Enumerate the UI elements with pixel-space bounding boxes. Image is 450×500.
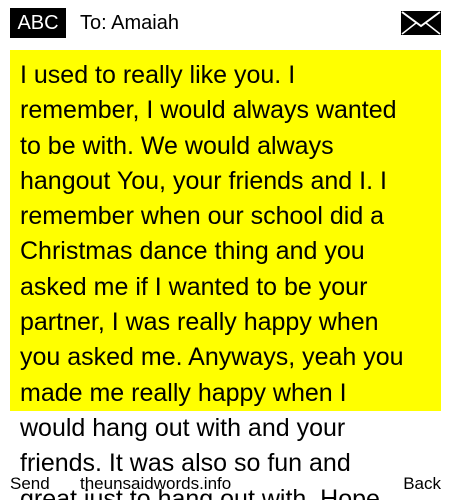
message-area[interactable]: I used to really like you. I remember, I… bbox=[0, 46, 450, 500]
back-softkey[interactable]: Back bbox=[403, 472, 441, 500]
site-watermark: theunsaidwords.info bbox=[80, 474, 232, 493]
compose-screen: ABC To: Amaiah I used to really like you… bbox=[0, 0, 450, 500]
message-body[interactable]: I used to really like you. I remember, I… bbox=[20, 58, 440, 500]
input-mode-badge[interactable]: ABC bbox=[10, 8, 66, 38]
softkey-bar: Send theunsaidwords.info Back bbox=[0, 472, 450, 500]
envelope-icon bbox=[401, 11, 441, 35]
compose-header: ABC To: Amaiah bbox=[0, 0, 450, 46]
recipient-field[interactable]: To: Amaiah bbox=[80, 8, 179, 38]
send-softkey[interactable]: Send bbox=[10, 472, 50, 500]
